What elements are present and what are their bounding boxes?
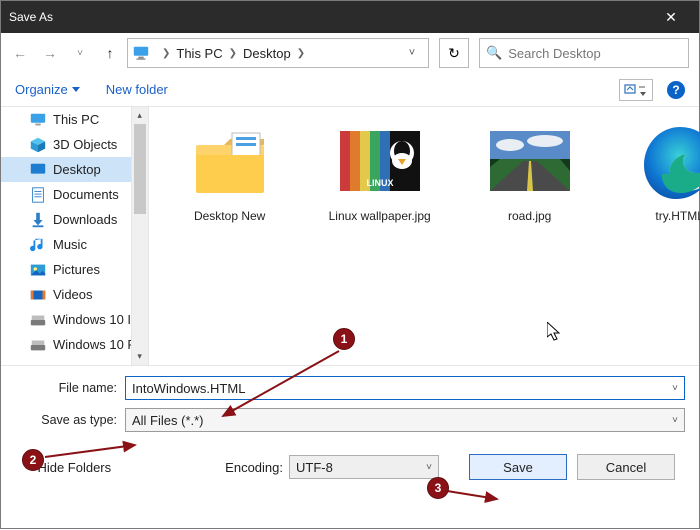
sidebar-scrollbar[interactable]: ▴ ▾ [131,107,148,365]
search-input[interactable]: 🔍 Search Desktop [479,38,689,68]
chevron-right-icon: ❯ [156,48,176,59]
chevron-down-icon[interactable]: ˅ [672,415,678,426]
filename-input[interactable]: IntoWindows.HTML ˅ [125,376,685,400]
organize-menu[interactable]: Organize [15,82,80,97]
file-item-linux-jpg[interactable]: LINUX Linux wallpaper.jpg [325,121,435,225]
save-as-dialog: Save As ✕ ← → ˅ ↑ ❯ This PC ❯ Desktop ❯ … [0,0,700,529]
cube-icon [29,136,47,154]
sidebar-item-music[interactable]: Music [1,232,148,257]
sidebar-item-this-pc[interactable]: This PC [1,107,148,132]
chevron-right-icon: ❯ [223,48,243,59]
refresh-button[interactable]: ↻ [439,38,469,68]
search-icon: 🔍 [486,45,502,61]
help-icon[interactable]: ? [667,81,685,99]
cancel-button[interactable]: Cancel [577,454,675,480]
save-button[interactable]: Save [469,454,567,480]
history-dropdown[interactable]: ˅ [67,40,93,66]
chevron-down-icon[interactable]: ˅ [426,462,432,473]
address-dropdown-icon[interactable]: ˅ [400,47,424,59]
filename-label: File name: [15,381,125,395]
encoding-label: Encoding: [225,460,283,475]
toolbar: Organize New folder ? [1,73,699,107]
file-item-folder[interactable]: Desktop New [175,121,285,225]
dialog-title: Save As [9,10,53,24]
pictures-icon [29,261,47,279]
sidebar-item-desktop[interactable]: Desktop [1,157,148,182]
sidebar-item-downloads[interactable]: Downloads [1,207,148,232]
sidebar: This PC 3D Objects Desktop Documents [1,107,149,365]
sidebar-item-pictures[interactable]: Pictures [1,257,148,282]
breadcrumb-pc[interactable]: This PC [176,46,222,61]
encoding-select[interactable]: UTF-8 ˅ [289,455,439,479]
hide-folders-button[interactable]: ˄ Hide Folders [25,460,111,475]
save-type-label: Save as type: [15,413,125,427]
close-icon[interactable]: ✕ [651,9,691,26]
back-button[interactable]: ← [7,40,33,66]
drive-icon [29,311,47,329]
image-thumbnail [490,121,570,201]
music-icon [29,236,47,254]
chevron-right-icon: ❯ [291,48,311,59]
video-icon [29,286,47,304]
chevron-down-icon[interactable]: ˅ [672,383,678,394]
view-options-button[interactable] [619,79,653,101]
form-area: File name: IntoWindows.HTML ˅ Save as ty… [1,365,699,492]
chevron-up-icon: ˄ [25,461,31,473]
content-area: This PC 3D Objects Desktop Documents [1,107,699,365]
title-bar: Save As ✕ [1,1,699,33]
sidebar-item-drive-2[interactable]: Windows 10 Pro [1,332,148,357]
scroll-down-icon[interactable]: ▾ [132,348,148,365]
drive-icon [29,336,47,354]
document-icon [29,186,47,204]
forward-button: → [37,40,63,66]
breadcrumb-location[interactable]: Desktop [243,46,291,61]
sidebar-item-documents[interactable]: Documents [1,182,148,207]
edge-icon [640,121,700,201]
search-placeholder: Search Desktop [508,46,601,61]
file-area[interactable]: Desktop New [149,107,700,365]
svg-text:LINUX: LINUX [366,178,393,188]
file-item-road-jpg[interactable]: road.jpg [475,121,585,225]
scrollbar-thumb[interactable] [134,124,146,214]
up-button[interactable]: ↑ [97,40,123,66]
save-type-select[interactable]: All Files (*.*) ˅ [125,408,685,432]
scroll-up-icon[interactable]: ▴ [132,107,148,124]
download-icon [29,211,47,229]
sidebar-item-videos[interactable]: Videos [1,282,148,307]
sidebar-item-drive-1[interactable]: Windows 10 Insi [1,307,148,332]
desktop-icon [29,161,47,179]
folder-icon [190,121,270,201]
pc-icon [29,111,47,129]
nav-row: ← → ˅ ↑ ❯ This PC ❯ Desktop ❯ ˅ ↻ 🔍 Sear… [1,33,699,73]
monitor-icon [132,44,150,62]
new-folder-button[interactable]: New folder [106,82,168,97]
image-thumbnail: LINUX [340,121,420,201]
address-bar[interactable]: ❯ This PC ❯ Desktop ❯ ˅ [127,38,429,68]
file-item-try-html[interactable]: try.HTML [625,121,700,225]
sidebar-item-3d-objects[interactable]: 3D Objects [1,132,148,157]
